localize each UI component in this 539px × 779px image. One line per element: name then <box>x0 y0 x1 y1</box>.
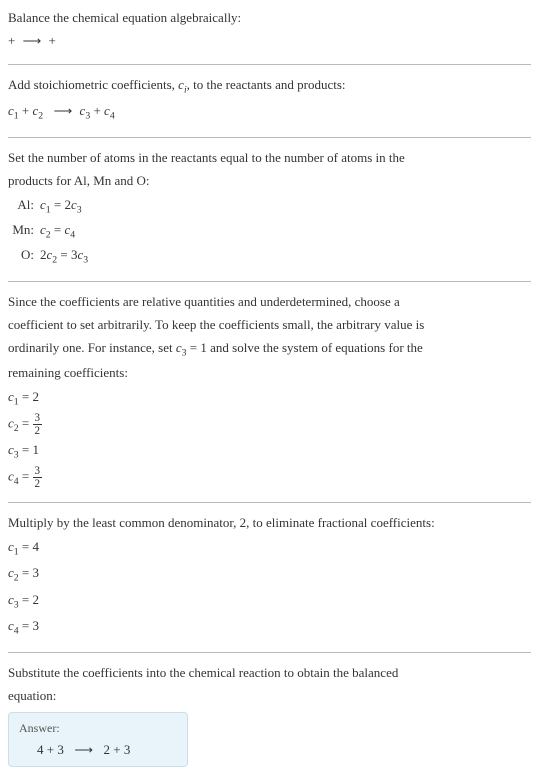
atom-eq: c2 = c4 <box>40 219 531 244</box>
choose-section: Since the coefficients are relative quan… <box>8 292 531 490</box>
numerator: 3 <box>33 465 43 478</box>
stoich-pre: Add stoichiometric coefficients, <box>8 77 178 92</box>
fraction: 32 <box>33 465 43 490</box>
multiply-eq2: c2 = 3 <box>8 562 531 587</box>
choose-eq4: c4 = 32 <box>8 465 531 491</box>
multiply-eq4: c4 = 3 <box>8 615 531 640</box>
s4: 4 <box>110 110 115 121</box>
plus1: + <box>19 103 33 118</box>
rs: 3 <box>83 254 88 265</box>
v: = 3 <box>19 618 39 633</box>
arrow-icon: ⟶ <box>74 742 93 758</box>
choose-line4: remaining coefficients: <box>8 363 531 384</box>
atoms-section: Set the number of atoms in the reactants… <box>8 148 531 269</box>
v1: 4 <box>37 742 47 757</box>
divider <box>8 64 531 65</box>
choose-eq3: c3 = 1 <box>8 439 531 464</box>
v: = 4 <box>19 539 39 554</box>
denominator: 2 <box>33 425 43 437</box>
plus2: + 3 <box>113 742 130 757</box>
rs: 4 <box>70 229 75 240</box>
numerator: 3 <box>33 412 43 425</box>
rs: 3 <box>77 204 82 215</box>
substitute-line2: equation: <box>8 686 531 707</box>
substitute-line1: Substitute the coefficients into the che… <box>8 663 531 684</box>
divider <box>8 502 531 503</box>
multiply-eq1: c1 = 4 <box>8 536 531 561</box>
atom-row-o: O: 2c2 = 3c3 <box>8 244 531 269</box>
choose-line2: coefficient to set arbitrarily. To keep … <box>8 315 531 336</box>
intro-equation: + ⟶ + <box>8 31 531 52</box>
intro-section: Balance the chemical equation algebraica… <box>8 8 531 52</box>
eq: = <box>19 415 33 430</box>
stoich-line1: Add stoichiometric coefficients, ci, to … <box>8 75 531 98</box>
atom-row-mn: Mn: c2 = c4 <box>8 219 531 244</box>
intro-line1: Balance the chemical equation algebraica… <box>8 8 531 29</box>
arrow-icon: ⟶ <box>54 100 73 122</box>
divider <box>8 652 531 653</box>
mid: = 1 and solve the system of equations fo… <box>187 340 423 355</box>
atoms-line1: Set the number of atoms in the reactants… <box>8 148 531 169</box>
v: = 2 <box>19 592 39 607</box>
v: = 3 <box>19 565 39 580</box>
stoich-equation: c1 + c2 ⟶ c3 + c4 <box>8 100 531 125</box>
atom-label: Mn: <box>8 219 40 244</box>
v: = 2 <box>19 389 39 404</box>
divider <box>8 137 531 138</box>
divider <box>8 281 531 282</box>
choose-eq1: c1 = 2 <box>8 386 531 411</box>
answer-label: Answer: <box>19 721 177 736</box>
v3: 2 <box>100 742 113 757</box>
stoich-section: Add stoichiometric coefficients, ci, to … <box>8 75 531 125</box>
eq: = <box>51 222 65 237</box>
s2: 2 <box>38 110 43 121</box>
multiply-eq3: c3 = 2 <box>8 589 531 614</box>
atom-label: O: <box>8 244 40 269</box>
eq: = <box>19 468 33 483</box>
multiply-line1: Multiply by the least common denominator… <box>8 513 531 534</box>
atom-label: Al: <box>8 194 40 219</box>
intro-post: + <box>45 33 56 48</box>
v: = 1 <box>19 442 39 457</box>
intro-pre: + <box>8 33 19 48</box>
atom-eq: c1 = 2c3 <box>40 194 531 219</box>
atoms-table: Al: c1 = 2c3 Mn: c2 = c4 O: 2c2 = 3c3 <box>8 194 531 269</box>
eq: = 3 <box>57 247 77 262</box>
atoms-line2: products for Al, Mn and O: <box>8 171 531 192</box>
choose-line1: Since the coefficients are relative quan… <box>8 292 531 313</box>
eq: = 2 <box>51 197 71 212</box>
multiply-section: Multiply by the least common denominator… <box>8 513 531 639</box>
atom-eq: 2c2 = 3c3 <box>40 244 531 269</box>
pre: ordinarily one. For instance, set <box>8 340 176 355</box>
choose-eq2: c2 = 32 <box>8 412 531 438</box>
stoich-post: , to the reactants and products: <box>187 77 346 92</box>
plus1: + 3 <box>47 742 67 757</box>
answer-box: Answer: 4 + 3 ⟶ 2 + 3 <box>8 712 188 767</box>
fraction: 32 <box>33 412 43 437</box>
plus2: + <box>90 103 104 118</box>
answer-content: 4 + 3 ⟶ 2 + 3 <box>19 742 177 758</box>
substitute-section: Substitute the coefficients into the che… <box>8 663 531 768</box>
atom-row-al: Al: c1 = 2c3 <box>8 194 531 219</box>
arrow-icon: ⟶ <box>23 31 42 52</box>
choose-line3: ordinarily one. For instance, set c3 = 1… <box>8 338 531 361</box>
denominator: 2 <box>33 478 43 490</box>
